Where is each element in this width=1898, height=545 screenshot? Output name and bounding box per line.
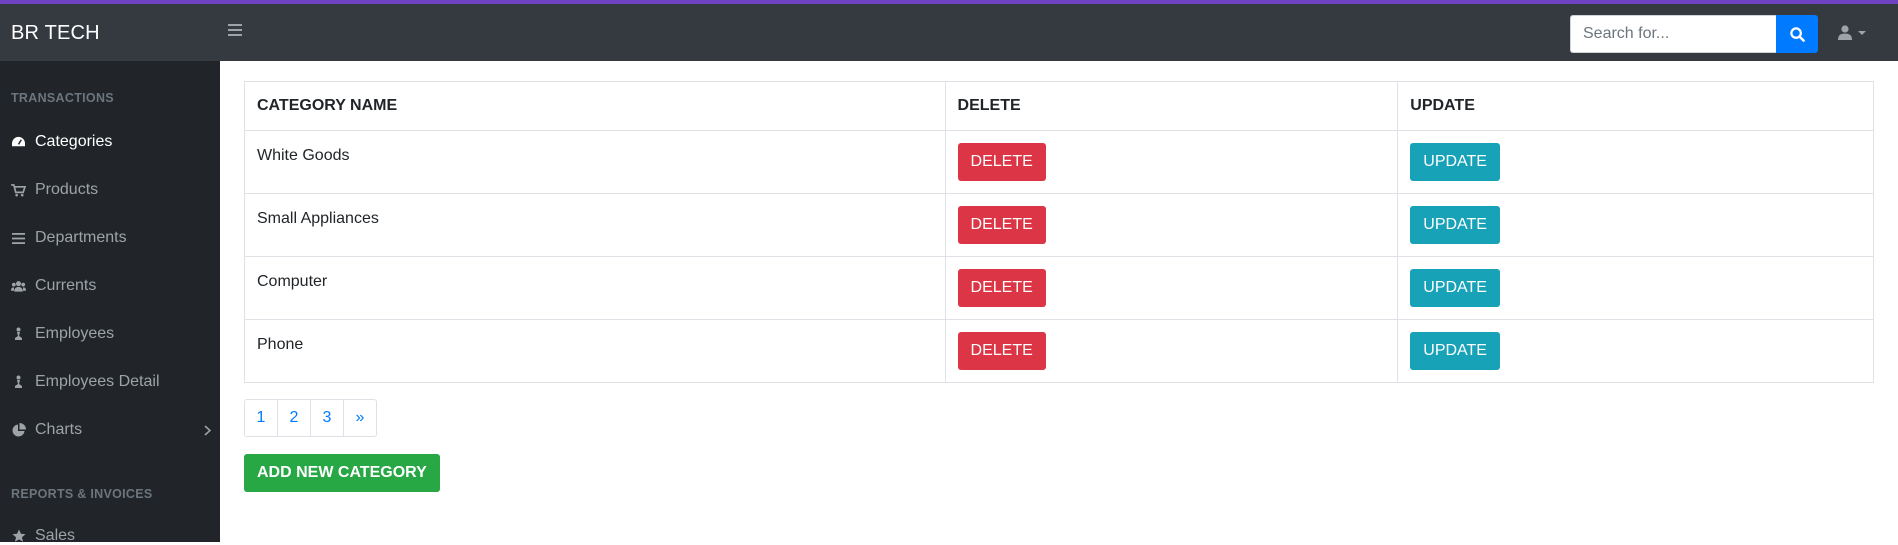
search-button[interactable] bbox=[1776, 15, 1818, 53]
sidebar-item-label: Employees Detail bbox=[35, 373, 160, 390]
sidebar-item-departments[interactable]: Departments bbox=[11, 229, 211, 247]
column-header-update: UPDATE bbox=[1397, 81, 1874, 131]
users-icon bbox=[11, 279, 26, 294]
delete-button[interactable]: DELETE bbox=[957, 206, 1046, 244]
categories-table: CATEGORY NAME DELETE UPDATE White Goods … bbox=[244, 81, 1874, 383]
sidebar-heading-reports: REPORTS & INVOICES bbox=[11, 487, 153, 501]
employee-icon bbox=[11, 327, 26, 342]
delete-button[interactable]: DELETE bbox=[957, 332, 1046, 370]
column-header-category-name: CATEGORY NAME bbox=[244, 81, 946, 131]
sidebar-item-label: Categories bbox=[35, 133, 113, 150]
delete-button[interactable]: DELETE bbox=[957, 143, 1046, 181]
top-navbar: BR TECH bbox=[0, 4, 1898, 61]
search-input[interactable] bbox=[1570, 15, 1776, 53]
category-name-cell: White Goods bbox=[244, 130, 946, 194]
page-link-3[interactable]: 3 bbox=[310, 399, 344, 437]
update-button[interactable]: UPDATE bbox=[1410, 332, 1500, 370]
sidebar-item-label: Charts bbox=[35, 421, 83, 438]
search-icon bbox=[1789, 26, 1805, 42]
sidebar-item-label: Currents bbox=[35, 277, 97, 294]
table-header-row: CATEGORY NAME DELETE UPDATE bbox=[244, 81, 1874, 131]
sidebar-item-products[interactable]: Products bbox=[11, 181, 211, 199]
table-row: Small Appliances DELETE UPDATE bbox=[244, 193, 1874, 257]
sidebar-item-categories[interactable]: Categories bbox=[11, 133, 211, 151]
sidebar-item-employees-detail[interactable]: Employees Detail bbox=[11, 373, 211, 391]
employee-icon bbox=[11, 375, 26, 390]
sidebar-item-employees[interactable]: Employees bbox=[11, 325, 211, 343]
bars-icon[interactable] bbox=[228, 24, 242, 38]
sidebar-item-charts[interactable]: Charts bbox=[11, 421, 211, 439]
search-form bbox=[1570, 15, 1818, 53]
category-name-cell: Small Appliances bbox=[244, 193, 946, 257]
column-header-delete: DELETE bbox=[944, 81, 1399, 131]
table-row: Phone DELETE UPDATE bbox=[244, 319, 1874, 383]
update-button[interactable]: UPDATE bbox=[1410, 143, 1500, 181]
table-row: Computer DELETE UPDATE bbox=[244, 256, 1874, 320]
pie-chart-icon bbox=[11, 423, 26, 438]
sidebar-item-label: Products bbox=[35, 181, 99, 198]
star-icon bbox=[11, 529, 26, 544]
user-icon bbox=[1838, 25, 1852, 40]
sidebar-item-currents[interactable]: Currents bbox=[11, 277, 211, 295]
sidebar: TRANSACTIONS Categories Products Departm… bbox=[0, 61, 220, 545]
list-icon bbox=[11, 231, 26, 246]
pagination: 1 2 3 » bbox=[244, 399, 377, 437]
page-link-next[interactable]: » bbox=[343, 399, 377, 437]
user-menu[interactable] bbox=[1838, 25, 1866, 40]
sidebar-item-sales[interactable]: Sales bbox=[11, 527, 211, 545]
category-name-cell: Phone bbox=[244, 319, 946, 383]
sidebar-item-label: Departments bbox=[35, 229, 127, 246]
sidebar-item-label: Sales bbox=[35, 527, 76, 544]
table-row: White Goods DELETE UPDATE bbox=[244, 130, 1874, 194]
sidebar-item-label: Employees bbox=[35, 325, 115, 342]
add-new-category-button[interactable]: ADD NEW CATEGORY bbox=[244, 454, 440, 492]
update-button[interactable]: UPDATE bbox=[1410, 269, 1500, 307]
tachometer-icon bbox=[11, 135, 26, 150]
category-name-cell: Computer bbox=[244, 256, 946, 320]
page-link-2[interactable]: 2 bbox=[277, 399, 311, 437]
brand-logo[interactable]: BR TECH bbox=[11, 22, 100, 45]
page-link-1[interactable]: 1 bbox=[244, 399, 278, 437]
chevron-down-icon bbox=[1858, 30, 1866, 35]
delete-button[interactable]: DELETE bbox=[957, 269, 1046, 307]
update-button[interactable]: UPDATE bbox=[1410, 206, 1500, 244]
chevron-right-icon bbox=[204, 425, 211, 436]
shopping-cart-icon bbox=[11, 183, 26, 198]
sidebar-heading-transactions: TRANSACTIONS bbox=[11, 91, 114, 105]
main-content: CATEGORY NAME DELETE UPDATE White Goods … bbox=[244, 81, 1874, 383]
